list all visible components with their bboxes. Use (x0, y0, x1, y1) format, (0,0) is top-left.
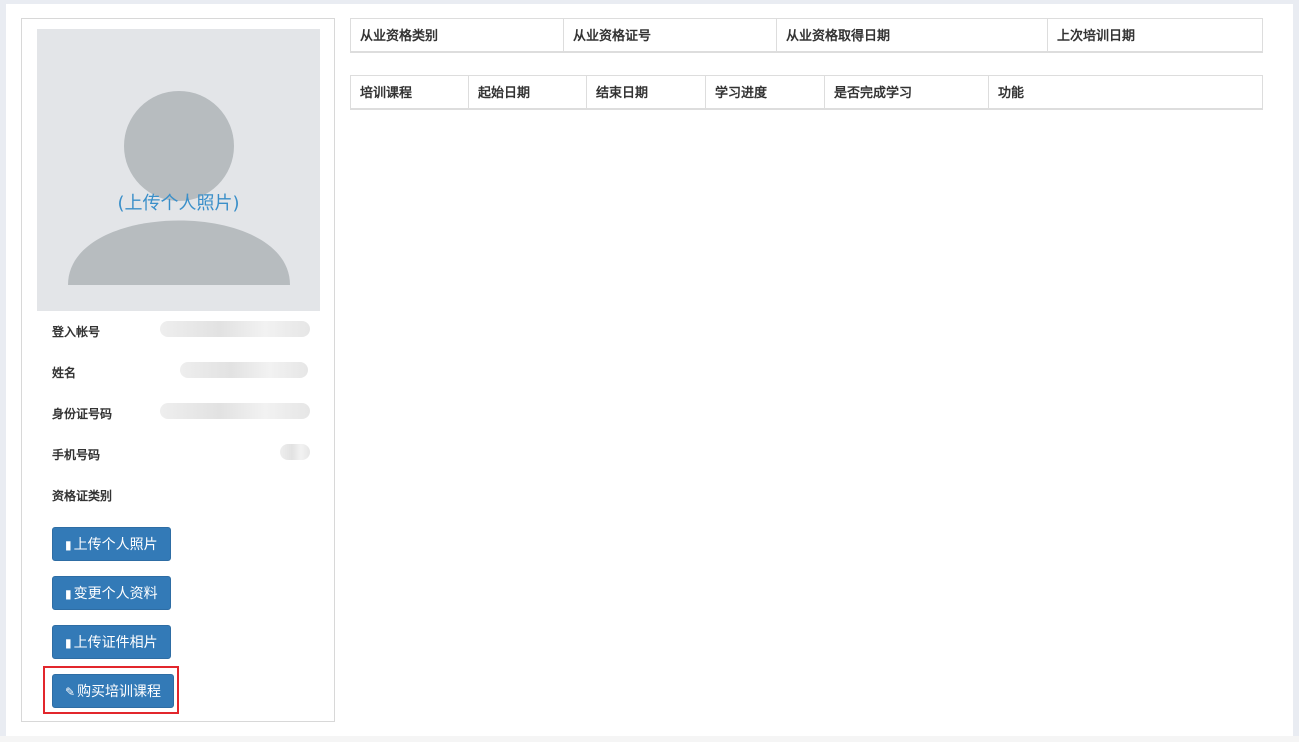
edit-profile-button[interactable]: ▮ 变更个人资料 (52, 576, 171, 610)
name-label: 姓名 (52, 366, 77, 380)
upload-certificate-button[interactable]: ▮ 上传证件相片 (52, 625, 171, 659)
qualification-number-header: 从业资格证号 (563, 18, 777, 53)
book-icon: ▮ (65, 538, 72, 552)
id-number-label: 身份证号码 (52, 407, 113, 421)
phone-label: 手机号码 (52, 448, 101, 462)
progress-header: 学习进度 (705, 75, 825, 110)
training-table: 培训课程 起始日期 结束日期 学习进度 是否完成学习 功能 (350, 75, 1263, 110)
upload-photo-button[interactable]: ▮ 上传个人照片 (52, 527, 171, 561)
actions-header: 功能 (988, 75, 1263, 110)
bottom-edge (0, 736, 1299, 742)
upload-certificate-button-label: 上传证件相片 (73, 635, 158, 651)
qualification-type-header: 从业资格类别 (350, 18, 564, 53)
end-date-header: 结束日期 (586, 75, 706, 110)
book-icon: ▮ (65, 636, 72, 650)
avatar-placeholder-icon (68, 91, 290, 285)
upload-photo-button-label: 上传个人照片 (73, 537, 158, 553)
start-date-header: 起始日期 (468, 75, 587, 110)
name-value-redacted (180, 362, 308, 378)
training-table-header-row: 培训课程 起始日期 结束日期 学习进度 是否完成学习 功能 (350, 75, 1263, 110)
upload-photo-overlay-link[interactable]: (上传个人照片) (37, 189, 320, 215)
login-account-value-redacted (160, 321, 310, 337)
login-account-label: 登入帐号 (52, 325, 101, 339)
completed-header: 是否完成学习 (824, 75, 989, 110)
last-training-date-header: 上次培训日期 (1047, 18, 1263, 53)
profile-panel: (上传个人照片) 登入帐号 姓名 身份证号码 手机号码 资格证类别 ▮ 上传个人照… (21, 18, 335, 722)
buy-training-course-button-label: 购买培训课程 (77, 684, 162, 700)
qualification-table-header-row: 从业资格类别 从业资格证号 从业资格取得日期 上次培训日期 (350, 18, 1263, 53)
edit-profile-button-label: 变更个人资料 (73, 586, 158, 602)
page: (上传个人照片) 登入帐号 姓名 身份证号码 手机号码 资格证类别 ▮ 上传个人照… (6, 4, 1293, 736)
buy-training-course-button[interactable]: ✎ 购买培训课程 (52, 674, 175, 708)
profile-photo[interactable]: (上传个人照片) (37, 29, 320, 311)
id-number-value-redacted (160, 403, 310, 419)
qualification-date-header: 从业资格取得日期 (776, 18, 1048, 53)
qualification-table: 从业资格类别 从业资格证号 从业资格取得日期 上次培训日期 (350, 18, 1263, 53)
training-course-header: 培训课程 (350, 75, 469, 110)
qualification-type-label: 资格证类别 (52, 489, 113, 503)
book-icon: ▮ (65, 587, 72, 601)
phone-value-redacted (280, 444, 310, 460)
pencil-icon: ✎ (65, 685, 76, 699)
